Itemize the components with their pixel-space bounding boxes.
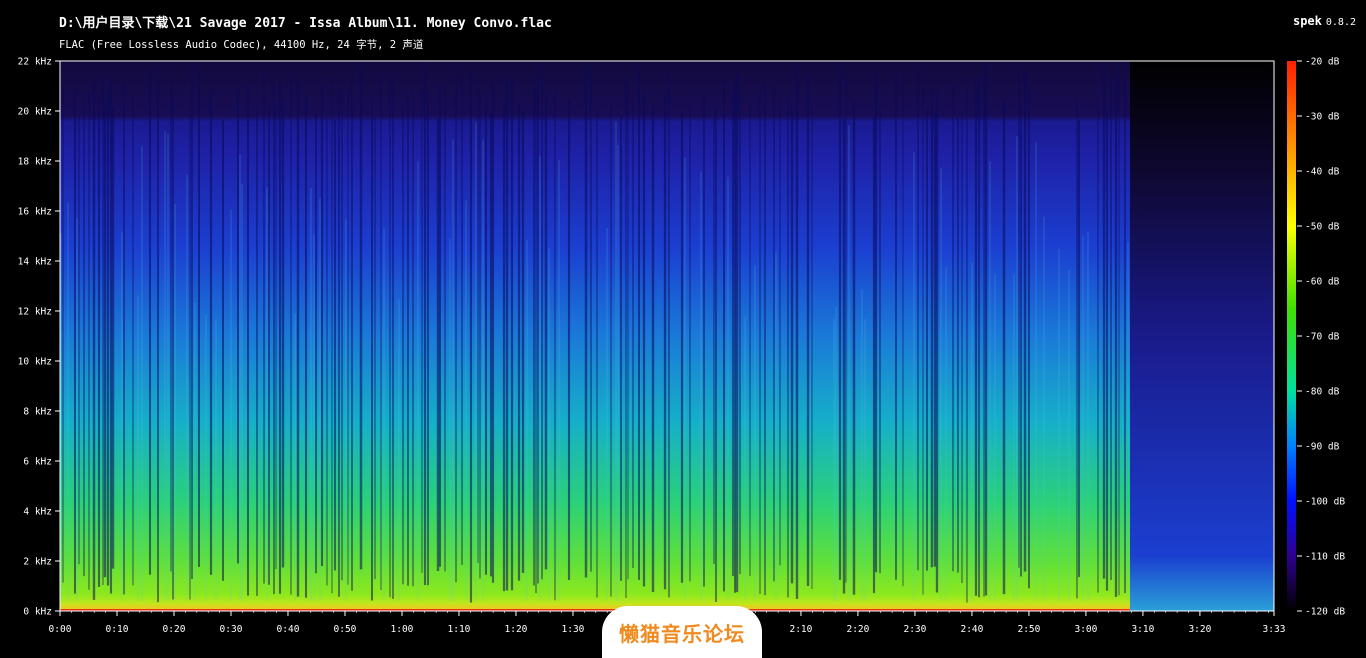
frequency-tick-label: 22 kHz <box>18 57 52 68</box>
frequency-tick-label: 4 kHz <box>23 507 52 518</box>
db-tick-label: -40 dB <box>1305 167 1340 178</box>
frequency-tick-label: 2 kHz <box>23 557 52 568</box>
time-tick-label: 2:40 <box>960 624 983 635</box>
frequency-tick-label: 12 kHz <box>18 307 52 318</box>
time-tick-label: 3:00 <box>1074 624 1097 635</box>
frequency-tick-label: 10 kHz <box>18 357 52 368</box>
db-tick-label: -120 dB <box>1305 607 1345 618</box>
db-axis: -20 dB -30 dB -40 dB -50 dB -60 dB -70 dB -80 … <box>1297 57 1345 618</box>
spectrogram-view: 0 kHz 2 kHz 4 kHz 6 kHz 8 kHz 10 kHz 12 kHz 14 … <box>18 57 1346 636</box>
db-tick-label: -70 dB <box>1305 332 1340 343</box>
frequency-tick-label: 6 kHz <box>23 457 52 468</box>
time-tick-label: 3:33 <box>1263 624 1286 635</box>
time-tick-label: 2:10 <box>789 624 812 635</box>
low-frequency-band <box>60 605 1130 609</box>
time-tick-label: 0:20 <box>163 624 186 635</box>
time-tick-label: 0:50 <box>334 624 357 635</box>
frequency-tick-label: 20 kHz <box>18 107 52 118</box>
frequency-tick-label: 18 kHz <box>18 157 52 168</box>
frequency-axis: 0 kHz 2 kHz 4 kHz 6 kHz 8 kHz 10 kHz 12 kHz 14 … <box>18 57 60 618</box>
time-tick-label: 3:10 <box>1131 624 1154 635</box>
db-color-scale <box>1287 61 1296 611</box>
time-tick-label: 0:30 <box>220 624 243 635</box>
time-tick-label: 1:20 <box>505 624 528 635</box>
frequency-tick-label: 16 kHz <box>18 207 52 218</box>
time-tick-label: 0:00 <box>49 624 72 635</box>
db-tick-label: -100 dB <box>1305 497 1345 508</box>
db-tick-label: -60 dB <box>1305 277 1340 288</box>
time-tick-label: 2:20 <box>846 624 869 635</box>
time-tick-label: 0:10 <box>106 624 129 635</box>
time-tick-label: 1:00 <box>391 624 414 635</box>
db-tick-label: -90 dB <box>1305 442 1340 453</box>
watermark-text: 懒猫音乐论坛 <box>619 621 745 646</box>
frequency-tick-label: 8 kHz <box>23 407 52 418</box>
time-tick-label: 2:30 <box>903 624 926 635</box>
time-tick-label: 1:30 <box>562 624 585 635</box>
db-tick-label: -50 dB <box>1305 222 1340 233</box>
time-tick-label: 2:50 <box>1017 624 1040 635</box>
frequency-tick-label: 14 kHz <box>18 257 52 268</box>
time-tick-label: 0:40 <box>277 624 300 635</box>
db-tick-label: -110 dB <box>1305 552 1345 563</box>
spectrogram-tail <box>1130 61 1274 611</box>
time-tick-label: 1:10 <box>448 624 471 635</box>
db-tick-label: -80 dB <box>1305 387 1340 398</box>
db-tick-label: -20 dB <box>1305 57 1340 68</box>
frequency-tick-label: 0 kHz <box>23 607 52 618</box>
forum-watermark: 懒猫音乐论坛 <box>602 606 762 658</box>
time-tick-label: 3:20 <box>1188 624 1211 635</box>
db-tick-label: -30 dB <box>1305 112 1340 123</box>
